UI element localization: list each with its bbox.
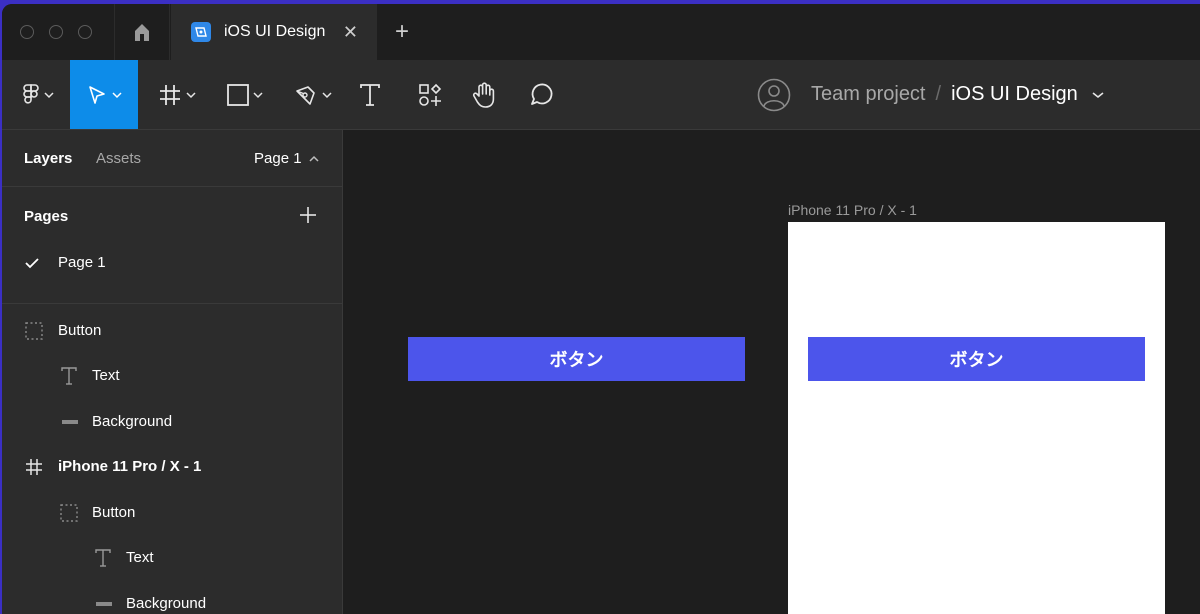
- chevron-down-icon[interactable]: [1092, 91, 1104, 99]
- rectangle-line-icon: [94, 594, 114, 614]
- check-icon: [22, 253, 42, 273]
- layer-row-frame[interactable]: iPhone 11 Pro / X - 1: [2, 444, 342, 489]
- component-dashed-icon: [59, 503, 79, 523]
- figma-file-icon: [191, 22, 211, 42]
- home-icon: [135, 24, 149, 41]
- pen-nib-icon: [296, 85, 315, 105]
- layer-label: Button: [92, 504, 136, 521]
- frame-label[interactable]: iPhone 11 Pro / X - 1: [788, 202, 917, 218]
- text-tool-button[interactable]: [352, 60, 388, 129]
- close-window-button[interactable]: [20, 25, 34, 39]
- home-tab[interactable]: [114, 4, 170, 60]
- hand-icon: [472, 81, 495, 108]
- figma-logo-icon: [23, 83, 39, 104]
- layer-row[interactable]: Text: [2, 535, 342, 580]
- layer-label: Background: [92, 413, 173, 430]
- panel-tabs: Layers Assets Page 1: [2, 130, 342, 187]
- breadcrumb-separator: /: [935, 83, 942, 105]
- layer-row[interactable]: Button: [2, 490, 342, 535]
- chevron-down-icon: [322, 91, 332, 98]
- comment-tool-button[interactable]: [520, 60, 562, 129]
- tab-assets[interactable]: Assets: [96, 150, 141, 167]
- page-item-label: Page 1: [58, 254, 106, 271]
- resources-button[interactable]: [410, 60, 450, 129]
- tab-layers[interactable]: Layers: [24, 150, 72, 167]
- pen-tool-button[interactable]: [284, 60, 342, 129]
- chevron-up-icon: [309, 155, 319, 162]
- frame-button-label: ボタン: [949, 350, 1004, 370]
- team-project-link[interactable]: Team project: [811, 83, 926, 106]
- minimize-window-button[interactable]: [49, 25, 63, 39]
- move-tool-button[interactable]: [70, 60, 138, 129]
- text-t-icon: [360, 83, 380, 106]
- text-icon: [59, 366, 79, 386]
- rectangle-line-icon: [60, 412, 80, 432]
- frame-icon: [24, 457, 44, 477]
- canvas[interactable]: ボタン iPhone 11 Pro / X - 1 ボタン: [343, 130, 1200, 614]
- text-icon: [93, 548, 113, 568]
- file-tab-title: iOS UI Design: [224, 23, 326, 40]
- chevron-down-icon: [44, 91, 54, 98]
- component-dashed-icon: [24, 321, 44, 341]
- frame-tool-button[interactable]: [148, 60, 206, 129]
- pages-title: Pages: [24, 208, 69, 225]
- button-label: ボタン: [549, 350, 604, 370]
- layer-row[interactable]: Button: [2, 308, 342, 353]
- page-item-current[interactable]: Page 1: [2, 240, 342, 285]
- left-panel: Layers Assets Page 1 Pages Page 1 Button: [2, 130, 343, 614]
- zoom-window-button[interactable]: [78, 25, 92, 39]
- file-tab[interactable]: iOS UI Design ✕: [171, 4, 377, 60]
- page-selector[interactable]: Page 1: [254, 150, 319, 167]
- layer-label: Text: [126, 549, 154, 566]
- file-name[interactable]: iOS UI Design: [951, 83, 1078, 106]
- cursor-arrow-icon: [89, 85, 105, 104]
- frame-hash-icon: [160, 84, 180, 105]
- layer-label: Text: [92, 367, 120, 384]
- add-page-icon[interactable]: [299, 206, 317, 224]
- layer-row[interactable]: Background: [2, 581, 342, 614]
- toolbar: Team project / iOS UI Design: [2, 60, 1200, 130]
- breadcrumb: Team project / iOS UI Design: [757, 60, 1104, 129]
- comment-bubble-icon: [531, 83, 553, 105]
- page-selector-label: Page 1: [254, 150, 302, 167]
- layer-label: iPhone 11 Pro / X - 1: [58, 458, 202, 475]
- components-icon: [419, 83, 442, 106]
- panel-divider: [2, 303, 342, 304]
- avatar-icon[interactable]: [757, 78, 791, 112]
- chevron-down-icon: [186, 91, 196, 98]
- layer-row[interactable]: Text: [2, 353, 342, 398]
- shape-tool-button[interactable]: [216, 60, 274, 129]
- iphone-frame[interactable]: ボタン: [788, 222, 1165, 614]
- button-component[interactable]: ボタン: [408, 337, 745, 381]
- chevron-down-icon: [253, 91, 263, 98]
- layer-row[interactable]: Background: [2, 399, 342, 444]
- close-tab-icon[interactable]: ✕: [343, 23, 358, 41]
- tab-bar: iOS UI Design ✕ +: [2, 4, 1200, 60]
- hand-tool-button[interactable]: [464, 60, 504, 129]
- figma-window: iOS UI Design ✕ + Team project / iOS UI …: [2, 4, 1200, 614]
- layer-label: Button: [58, 322, 102, 339]
- chevron-down-icon: [112, 91, 122, 98]
- layer-label: Background: [126, 595, 207, 612]
- main-menu-button[interactable]: [10, 60, 66, 129]
- new-tab-button[interactable]: +: [388, 18, 416, 46]
- rectangle-icon: [227, 83, 249, 106]
- pages-header: Pages: [2, 187, 342, 245]
- frame-button[interactable]: ボタン: [808, 337, 1145, 381]
